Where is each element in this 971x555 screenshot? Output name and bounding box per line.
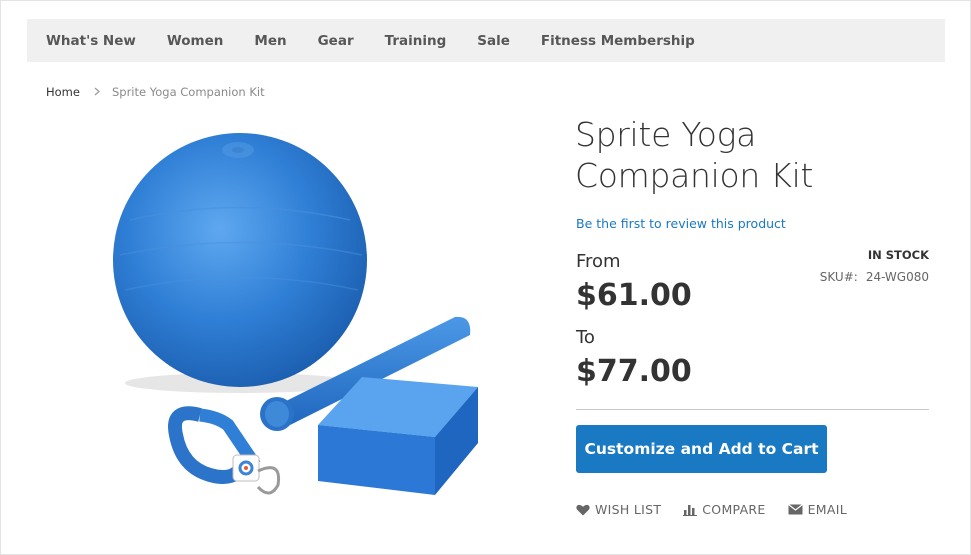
heart-icon [576, 504, 590, 515]
stock-status: IN STOCK [867, 248, 929, 262]
nav-item-whats-new[interactable]: What's New [46, 33, 136, 49]
customize-add-to-cart-button[interactable]: Customize and Add to Cart [576, 425, 827, 473]
breadcrumb: Home Sprite Yoga Companion Kit [46, 85, 265, 99]
sku-label: SKU#: [819, 270, 858, 284]
price-from-label: From [576, 251, 621, 272]
price-to-label: To [576, 327, 595, 348]
sku-info: SKU#: 24-WG080 [820, 270, 929, 284]
yoga-strap-icon [168, 406, 281, 495]
nav-item-men[interactable]: Men [254, 33, 286, 49]
wishlist-link[interactable]: WISH LIST [576, 502, 661, 517]
compare-label: COMPARE [702, 502, 766, 517]
price-from-value: $61.00 [576, 278, 692, 313]
product-image[interactable] [100, 125, 500, 505]
sku-value: 24-WG080 [865, 270, 929, 284]
envelope-icon [787, 504, 803, 515]
email-link[interactable]: EMAIL [787, 502, 847, 517]
divider [576, 409, 929, 410]
review-link[interactable]: Be the first to review this product [576, 216, 786, 231]
product-title: Sprite Yoga Companion Kit [575, 115, 814, 195]
email-label: EMAIL [807, 502, 847, 517]
wishlist-label: WISH LIST [595, 502, 662, 517]
nav-item-training[interactable]: Training [385, 33, 447, 49]
compare-link[interactable]: COMPARE [683, 502, 765, 517]
chevron-right-icon [94, 85, 100, 99]
yoga-ball-icon [113, 133, 367, 387]
nav-item-gear[interactable]: Gear [318, 33, 354, 49]
product-actions: WISH LIST COMPARE EMAIL [576, 502, 869, 517]
nav-item-sale[interactable]: Sale [477, 33, 510, 49]
main-navigation: What's New Women Men Gear Training Sale … [27, 19, 945, 62]
nav-item-women[interactable]: Women [167, 33, 224, 49]
nav-item-fitness-membership[interactable]: Fitness Membership [541, 33, 695, 49]
price-to-value: $77.00 [576, 354, 692, 389]
breadcrumb-home-link[interactable]: Home [46, 85, 80, 99]
bar-chart-icon [683, 504, 698, 516]
breadcrumb-current: Sprite Yoga Companion Kit [111, 85, 265, 99]
